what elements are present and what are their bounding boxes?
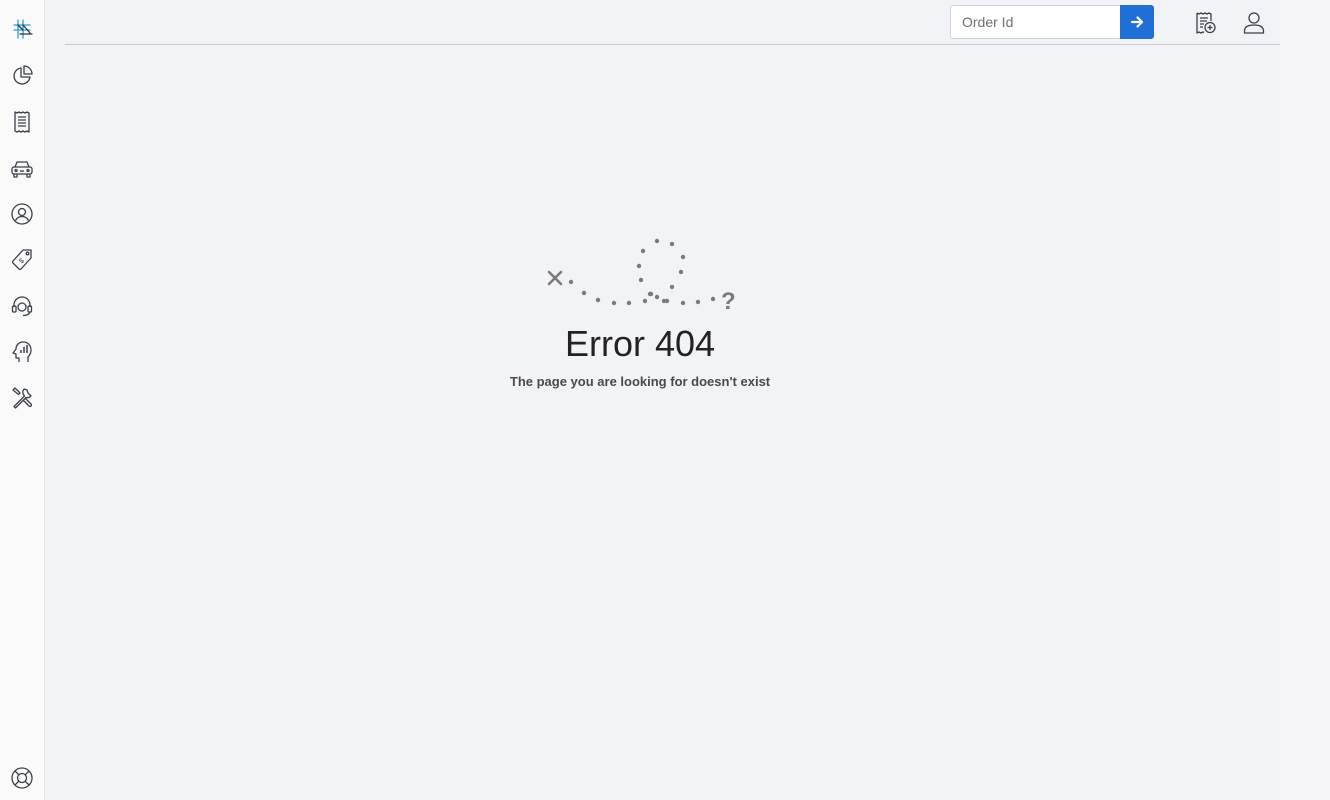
- main-content: [45, 45, 1280, 800]
- receipt-icon[interactable]: [9, 109, 35, 135]
- user-circle-icon[interactable]: [9, 201, 35, 227]
- error-title: Error 404: [564, 323, 716, 364]
- headset-support-icon[interactable]: [9, 293, 35, 319]
- error-message: The page you are looking for doesn't exi…: [509, 374, 771, 389]
- app-logo-icon[interactable]: [9, 16, 35, 42]
- right-gutter: [1280, 0, 1330, 800]
- error-section: ? Error 404 The page you are looking for…: [440, 234, 840, 389]
- lost-path-icon: ?: [547, 238, 736, 315]
- order-id-search-input[interactable]: [950, 5, 1120, 39]
- sidebar: $: [0, 0, 45, 800]
- user-account-icon[interactable]: [1241, 10, 1267, 36]
- analytics-head-icon[interactable]: [9, 339, 35, 365]
- new-order-icon[interactable]: [1192, 10, 1218, 36]
- order-search-submit-button[interactable]: [1120, 5, 1154, 39]
- arrow-right-icon: [1130, 16, 1144, 28]
- car-icon[interactable]: [9, 155, 35, 181]
- price-tag-icon[interactable]: $: [9, 247, 35, 273]
- svg-text:?: ?: [721, 288, 736, 315]
- tools-icon[interactable]: [9, 385, 35, 411]
- pie-chart-icon[interactable]: [9, 63, 35, 89]
- lifebuoy-help-icon[interactable]: [9, 765, 35, 791]
